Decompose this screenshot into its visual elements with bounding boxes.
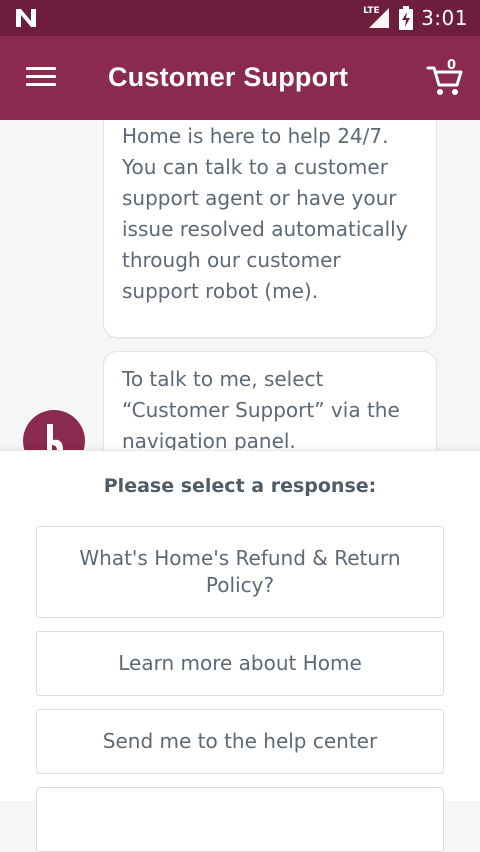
response-sheet: Please select a response: What's Home's …: [0, 450, 480, 852]
response-option-help-center[interactable]: Send me to the help center: [36, 709, 444, 774]
chat-area[interactable]: Home is here to help 24/7. You can talk …: [0, 120, 480, 450]
bot-avatar-icon: [23, 410, 85, 450]
app-bar: Customer Support 0: [0, 36, 480, 120]
menu-button[interactable]: [26, 65, 56, 89]
n-logo-icon: [16, 9, 36, 27]
hamburger-menu-icon-line: [26, 75, 56, 78]
response-heading: Please select a response:: [103, 475, 377, 497]
clock-time: 3:01: [421, 6, 468, 30]
chat-message: To talk to me, select “Customer Support”…: [103, 351, 437, 450]
chat-message: Home is here to help 24/7. You can talk …: [103, 120, 437, 338]
cart-button[interactable]: 0: [426, 58, 464, 98]
response-option-partial[interactable]: [36, 787, 444, 852]
shopping-cart-icon: [426, 66, 463, 95]
hamburger-menu-icon-line: [26, 83, 56, 86]
signal-icon: [369, 8, 390, 28]
cart-count-badge: 0: [446, 58, 456, 73]
response-option-learn-more[interactable]: Learn more about Home: [36, 631, 444, 696]
hamburger-menu-icon-line: [26, 67, 56, 70]
page-title: Customer Support: [108, 62, 349, 92]
status-bar: LTE 3:01: [0, 0, 480, 36]
signal-indicator: LTE: [363, 6, 391, 30]
response-option-refund-policy[interactable]: What's Home's Refund & Return Policy?: [36, 526, 444, 618]
battery-charging-icon: [399, 6, 414, 30]
